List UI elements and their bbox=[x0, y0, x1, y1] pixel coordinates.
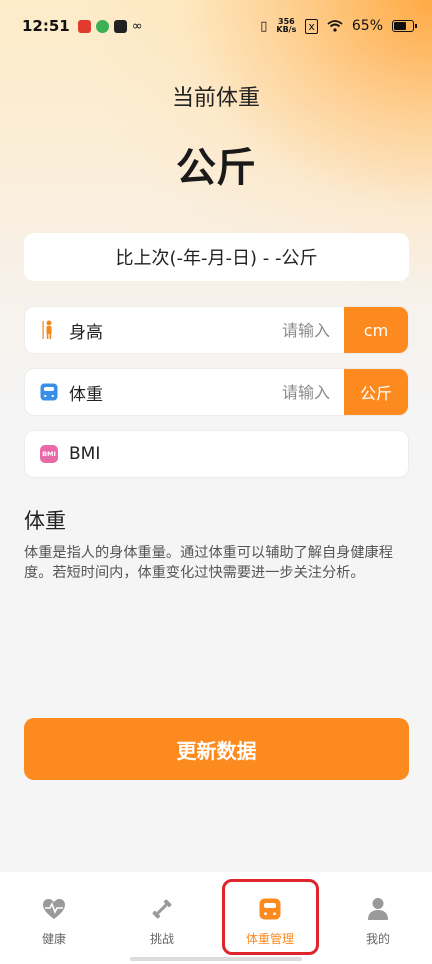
weight-field-row: 体重 公斤 bbox=[24, 368, 409, 416]
info-title: 体重 bbox=[24, 509, 66, 533]
bmi-field-row: BMI BMI bbox=[24, 430, 409, 478]
bmi-label: BMI bbox=[69, 444, 101, 464]
home-indicator bbox=[130, 957, 302, 961]
highlight-annotation-box bbox=[222, 879, 319, 955]
app-notification-icon bbox=[95, 19, 109, 33]
dumbbell-icon bbox=[149, 896, 175, 922]
height-input[interactable] bbox=[234, 320, 344, 340]
link-icon: ∞ bbox=[131, 18, 143, 34]
person-icon bbox=[365, 896, 391, 922]
scale-icon bbox=[39, 382, 59, 402]
tab-health[interactable]: 健康 bbox=[0, 872, 108, 964]
tab-challenge-label: 挑战 bbox=[149, 932, 174, 946]
info-description: 体重是指人的身体重量。通过体重可以辅助了解自身健康程度。若短时间内，体重变化过快… bbox=[24, 545, 393, 581]
battery-percent: 65% bbox=[351, 18, 383, 34]
heart-pulse-icon bbox=[41, 896, 67, 922]
height-person-icon bbox=[39, 320, 59, 340]
status-time: 12:51 bbox=[22, 17, 70, 35]
network-speed: 356 KB/s bbox=[276, 18, 296, 34]
height-unit-button[interactable]: cm bbox=[344, 307, 408, 353]
bottom-tab-bar: 健康 挑战 体重管理 我的 bbox=[0, 872, 432, 964]
app-notification-icon bbox=[77, 19, 91, 33]
tab-mine[interactable]: 我的 bbox=[324, 872, 432, 964]
notification-icons: ∞ bbox=[77, 18, 143, 34]
battery-icon bbox=[392, 20, 417, 32]
app-notification-icon bbox=[113, 19, 127, 33]
bmi-icon: BMI bbox=[39, 444, 59, 464]
compare-last-text: 比上次(-年-月-日) - -公斤 bbox=[115, 248, 318, 269]
page-title: 当前体重 bbox=[171, 86, 260, 111]
vibrate-icon: ▯ bbox=[260, 18, 268, 34]
network-speed-unit: KB/s bbox=[276, 25, 297, 34]
weight-input[interactable] bbox=[234, 382, 344, 402]
tab-mine-label: 我的 bbox=[365, 932, 390, 946]
weight-unit-button[interactable]: 公斤 bbox=[344, 369, 408, 415]
height-field-row: 身高 cm bbox=[24, 306, 409, 354]
height-label: 身高 bbox=[69, 322, 103, 343]
status-right: ▯ 356 KB/s x 65% bbox=[260, 18, 417, 34]
tab-challenge[interactable]: 挑战 bbox=[108, 872, 216, 964]
current-weight-unit: 公斤 bbox=[176, 145, 256, 191]
compare-last-card: 比上次(-年-月-日) - -公斤 bbox=[24, 233, 409, 281]
weight-label: 体重 bbox=[69, 384, 103, 405]
status-bar: 12:51 ∞ ▯ 356 KB/s x 65% bbox=[0, 0, 432, 52]
wifi-icon bbox=[327, 20, 343, 32]
sim-icon: x bbox=[305, 18, 318, 34]
update-data-button[interactable]: 更新数据 bbox=[24, 718, 409, 780]
tab-health-label: 健康 bbox=[41, 932, 66, 946]
bmi-icon-text: BMI bbox=[40, 445, 58, 463]
